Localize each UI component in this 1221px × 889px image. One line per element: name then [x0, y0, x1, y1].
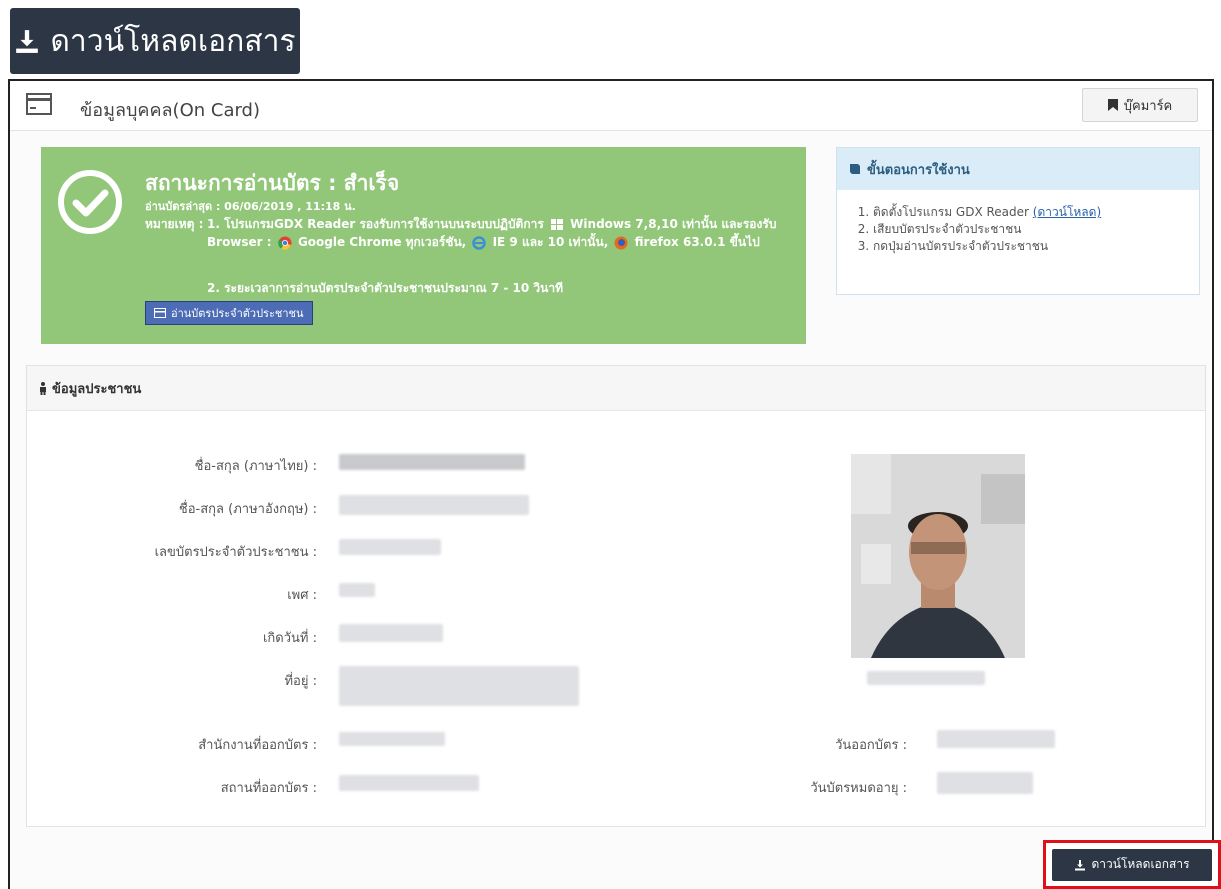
- check-circle-icon: [58, 170, 122, 234]
- value-address: [339, 666, 579, 706]
- top-download-button[interactable]: ดาวน์โหลดเอกสาร: [10, 8, 300, 74]
- card-header: ข้อมูลบุคคล(On Card) บุ๊คมาร์ค: [10, 81, 1212, 131]
- download-link[interactable]: (ดาวน์โหลด): [1033, 205, 1101, 219]
- bookmark-label: บุ๊คมาร์ค: [1123, 98, 1173, 114]
- label-id-number: เลขบัตรประจำตัวประชาชน :: [154, 545, 317, 560]
- read-id-card-label: อ่านบัตรประจำตัวประชาชน: [171, 307, 304, 320]
- label-name-th: ชื่อ-สกุล (ภาษาไทย) :: [194, 459, 317, 474]
- last-read-time: อ่านบัตรล่าสุด : 06/06/2019 , 11:18 น.: [145, 200, 356, 213]
- label-issue-office: สำนักงานที่ออกบัตร :: [198, 738, 317, 753]
- usage-steps-title: ขั้นตอนการใช้งาน: [867, 162, 970, 178]
- label-address: ที่อยู่ :: [284, 674, 317, 689]
- remark-label: หมายเหตุ :: [145, 217, 204, 231]
- read-id-card-button[interactable]: อ่านบัตรประจำตัวประชาชน: [145, 301, 313, 325]
- value-gender: [339, 583, 375, 597]
- photo-caption-value: [867, 671, 985, 685]
- citizen-info-header: ข้อมูลประชาชน: [27, 366, 1205, 411]
- label-issue-place: สถานที่ออกบัตร :: [220, 781, 317, 796]
- value-name-th: [339, 454, 525, 470]
- citizen-photo: [851, 454, 1025, 658]
- value-issue-date: [937, 730, 1055, 748]
- value-name-en: [339, 495, 529, 515]
- value-issue-office: [339, 732, 445, 746]
- bottom-download-highlight: ดาวน์โหลดเอกสาร: [1043, 840, 1221, 889]
- citizen-info-title: ข้อมูลประชาชน: [52, 381, 142, 397]
- citizen-info-panel: ข้อมูลประชาชน ชื่อ-สกุล (ภาษาไทย) : ชื่อ…: [26, 365, 1206, 827]
- status-title: สถานะการอ่านบัตร : สำเร็จ: [145, 171, 400, 195]
- label-gender: เพศ :: [287, 588, 317, 603]
- remark-1c: Google Chrome ทุกเวอร์ชัน,: [297, 235, 467, 249]
- usage-steps-header: ขั้นตอนการใช้งาน: [837, 148, 1199, 190]
- download-icon: [1075, 859, 1086, 870]
- card-icon: [154, 308, 166, 318]
- person-icon: [40, 381, 46, 395]
- bottom-download-label: ดาวน์โหลดเอกสาร: [1091, 857, 1190, 871]
- ie-icon: [472, 235, 487, 250]
- usage-steps-list: ติดตั้งโปรแกรม GDX Reader (ดาวน์โหลด) เส…: [837, 190, 1199, 255]
- step-2: เสียบบัตรประจำตัวประชาชน: [873, 221, 1199, 238]
- value-expiry-date: [937, 772, 1033, 794]
- remark-2: 2. ระยะเวลาการอ่านบัตรประจำตัวประชาชนประ…: [207, 281, 564, 295]
- bookmark-icon: [1107, 99, 1118, 111]
- remark-1a: 1. โปรแกรมGDX Reader รองรับการใช้งานบนระ…: [207, 217, 544, 231]
- id-card-icon: [26, 93, 52, 115]
- label-name-en: ชื่อ-สกุล (ภาษาอังกฤษ) :: [178, 502, 317, 517]
- remark-1e: firefox 63.0.1 ขึ้นไป: [634, 235, 760, 249]
- top-download-label: ดาวน์โหลดเอกสาร: [50, 23, 296, 59]
- label-birthdate: เกิดวันที่ :: [262, 631, 317, 646]
- read-status-box: สถานะการอ่านบัตร : สำเร็จ อ่านบัตรล่าสุด…: [41, 147, 806, 344]
- remark-1d: IE 9 และ 10 เท่านั้น,: [492, 235, 609, 249]
- windows-icon: [550, 218, 563, 230]
- remark-1: 1. โปรแกรมGDX Reader รองรับการใช้งานบนระ…: [207, 215, 787, 251]
- step-3: กดปุ่มอ่านบัตรประจำตัวประชาชน: [873, 238, 1199, 255]
- usage-steps-box: ขั้นตอนการใช้งาน ติดตั้งโปรแกรม GDX Read…: [836, 147, 1200, 295]
- main-frame: ข้อมูลบุคคล(On Card) บุ๊คมาร์ค สถานะการอ…: [8, 79, 1214, 889]
- download-icon: [16, 30, 39, 53]
- label-issue-date: วันออกบัตร :: [835, 738, 907, 753]
- value-birthdate: [339, 624, 443, 642]
- book-icon: [850, 164, 860, 174]
- card-title: ข้อมูลบุคคล(On Card): [80, 100, 260, 121]
- bookmark-button[interactable]: บุ๊คมาร์ค: [1082, 88, 1198, 122]
- value-id-number: [339, 539, 441, 555]
- value-issue-place: [339, 775, 479, 791]
- step-1: ติดตั้งโปรแกรม GDX Reader (ดาวน์โหลด): [873, 204, 1199, 221]
- label-expiry-date: วันบัตรหมดอายุ :: [810, 781, 907, 796]
- bottom-download-button[interactable]: ดาวน์โหลดเอกสาร: [1052, 848, 1212, 881]
- chrome-icon: [277, 236, 292, 250]
- step-1-text: ติดตั้งโปรแกรม GDX Reader: [873, 205, 1029, 219]
- firefox-icon: [614, 236, 628, 249]
